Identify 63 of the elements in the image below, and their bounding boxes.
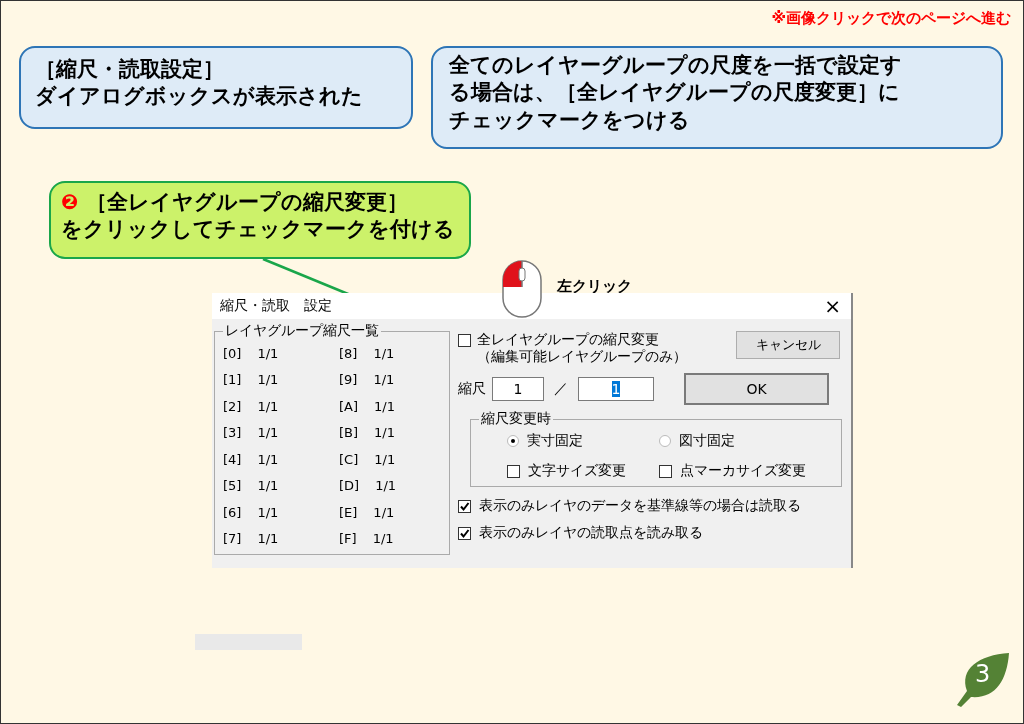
radio-button[interactable]: [507, 435, 519, 447]
checkbox-label: 表示のみレイヤのデータを基準線等の場合は読取る: [479, 497, 801, 515]
numerator-field[interactable]: 1: [492, 377, 544, 401]
page-navigation-note: ※画像クリックで次のページへ進む: [771, 9, 1011, 28]
layer-group-label: [9]: [339, 372, 358, 388]
scale-value: 1/1: [257, 372, 279, 388]
scale-value: 1/1: [374, 398, 395, 414]
scale-value: 1/1: [373, 504, 395, 520]
scale-value: 1/1: [374, 425, 395, 441]
checkbox-note: （編集可能レイヤグループのみ）: [477, 348, 687, 365]
layer-group-label: [6]: [223, 504, 242, 520]
layer-group-label: [7]: [223, 531, 242, 547]
radio-button[interactable]: [659, 435, 671, 447]
layer-group-label: [C]: [339, 451, 359, 467]
layer-group-label: [2]: [223, 398, 242, 414]
callout-text: 全てのレイヤーグループの尺度を一括で設定す る場合は、［全レイヤグループの尺度変更］に チェックマークをつける: [431, 46, 1003, 149]
group-title: レイヤグループ縮尺一覧: [223, 322, 381, 340]
layer-group-label: [A]: [339, 398, 359, 414]
group-title: 縮尺変更時: [479, 410, 553, 428]
checkbox[interactable]: [458, 499, 471, 513]
window-title: 縮尺・読取 設定: [220, 297, 332, 315]
layer-group-label: [8]: [339, 345, 358, 361]
scale-value: 1/1: [257, 345, 279, 361]
scale-value: 1/1: [257, 425, 279, 441]
layer-group-label: [5]: [223, 478, 242, 494]
callout-text: ［縮尺・読取設定］ ダイアログボックスが表示された: [19, 46, 413, 129]
checkbox[interactable]: [507, 464, 520, 478]
layer-group-label: [E]: [339, 504, 358, 520]
scale-label: 縮尺: [458, 380, 486, 398]
scale-value: 1/1: [373, 372, 395, 388]
close-button[interactable]: ×: [814, 296, 851, 316]
layer-group-label: [1]: [223, 372, 242, 388]
layer-group-label: [0]: [223, 345, 242, 361]
checkbox-label: 表示のみレイヤの読取点を読み取る: [479, 524, 703, 542]
layer-group-label: [4]: [223, 451, 242, 467]
checkbox[interactable]: [458, 526, 471, 540]
layer-group-label: [3]: [223, 425, 242, 441]
callout-text: ❷ ［全レイヤグループの縮尺変更］ をクリックしてチェックマークを付ける: [49, 181, 471, 259]
scale-value: 1/1: [257, 478, 279, 494]
scale-value: 1/1: [375, 478, 397, 494]
scale-value: 1/1: [372, 531, 394, 547]
checkbox-label: 全レイヤグループの縮尺変更: [477, 331, 660, 348]
ok-button[interactable]: OK: [684, 373, 829, 405]
checkbox-label: 点マーカサイズ変更: [680, 462, 806, 480]
scale-value: 1/1: [257, 531, 279, 547]
scale-value: 1/1: [257, 398, 279, 414]
scale-value: 1/1: [257, 451, 279, 467]
layer-group-label: [D]: [339, 478, 360, 494]
checkbox[interactable]: [659, 464, 672, 478]
radio-label: 実寸固定: [527, 432, 583, 450]
radio-label: 図寸固定: [679, 432, 735, 450]
layer-group-label: [B]: [339, 425, 359, 441]
layer-group-label: [F]: [339, 531, 357, 547]
denominator-field[interactable]: 1: [578, 377, 654, 401]
checkbox-label: 文字サイズ変更: [528, 462, 626, 480]
cancel-button[interactable]: キャンセル: [736, 331, 840, 359]
scale-value: 1/1: [374, 451, 396, 467]
page-number: 3: [975, 660, 991, 688]
scale-value: 1/1: [373, 345, 395, 361]
scale-value: 1/1: [257, 504, 279, 520]
checkbox[interactable]: [458, 334, 471, 347]
separator-label: ／: [553, 380, 569, 398]
mouse-click-label: 左クリック: [557, 277, 632, 296]
